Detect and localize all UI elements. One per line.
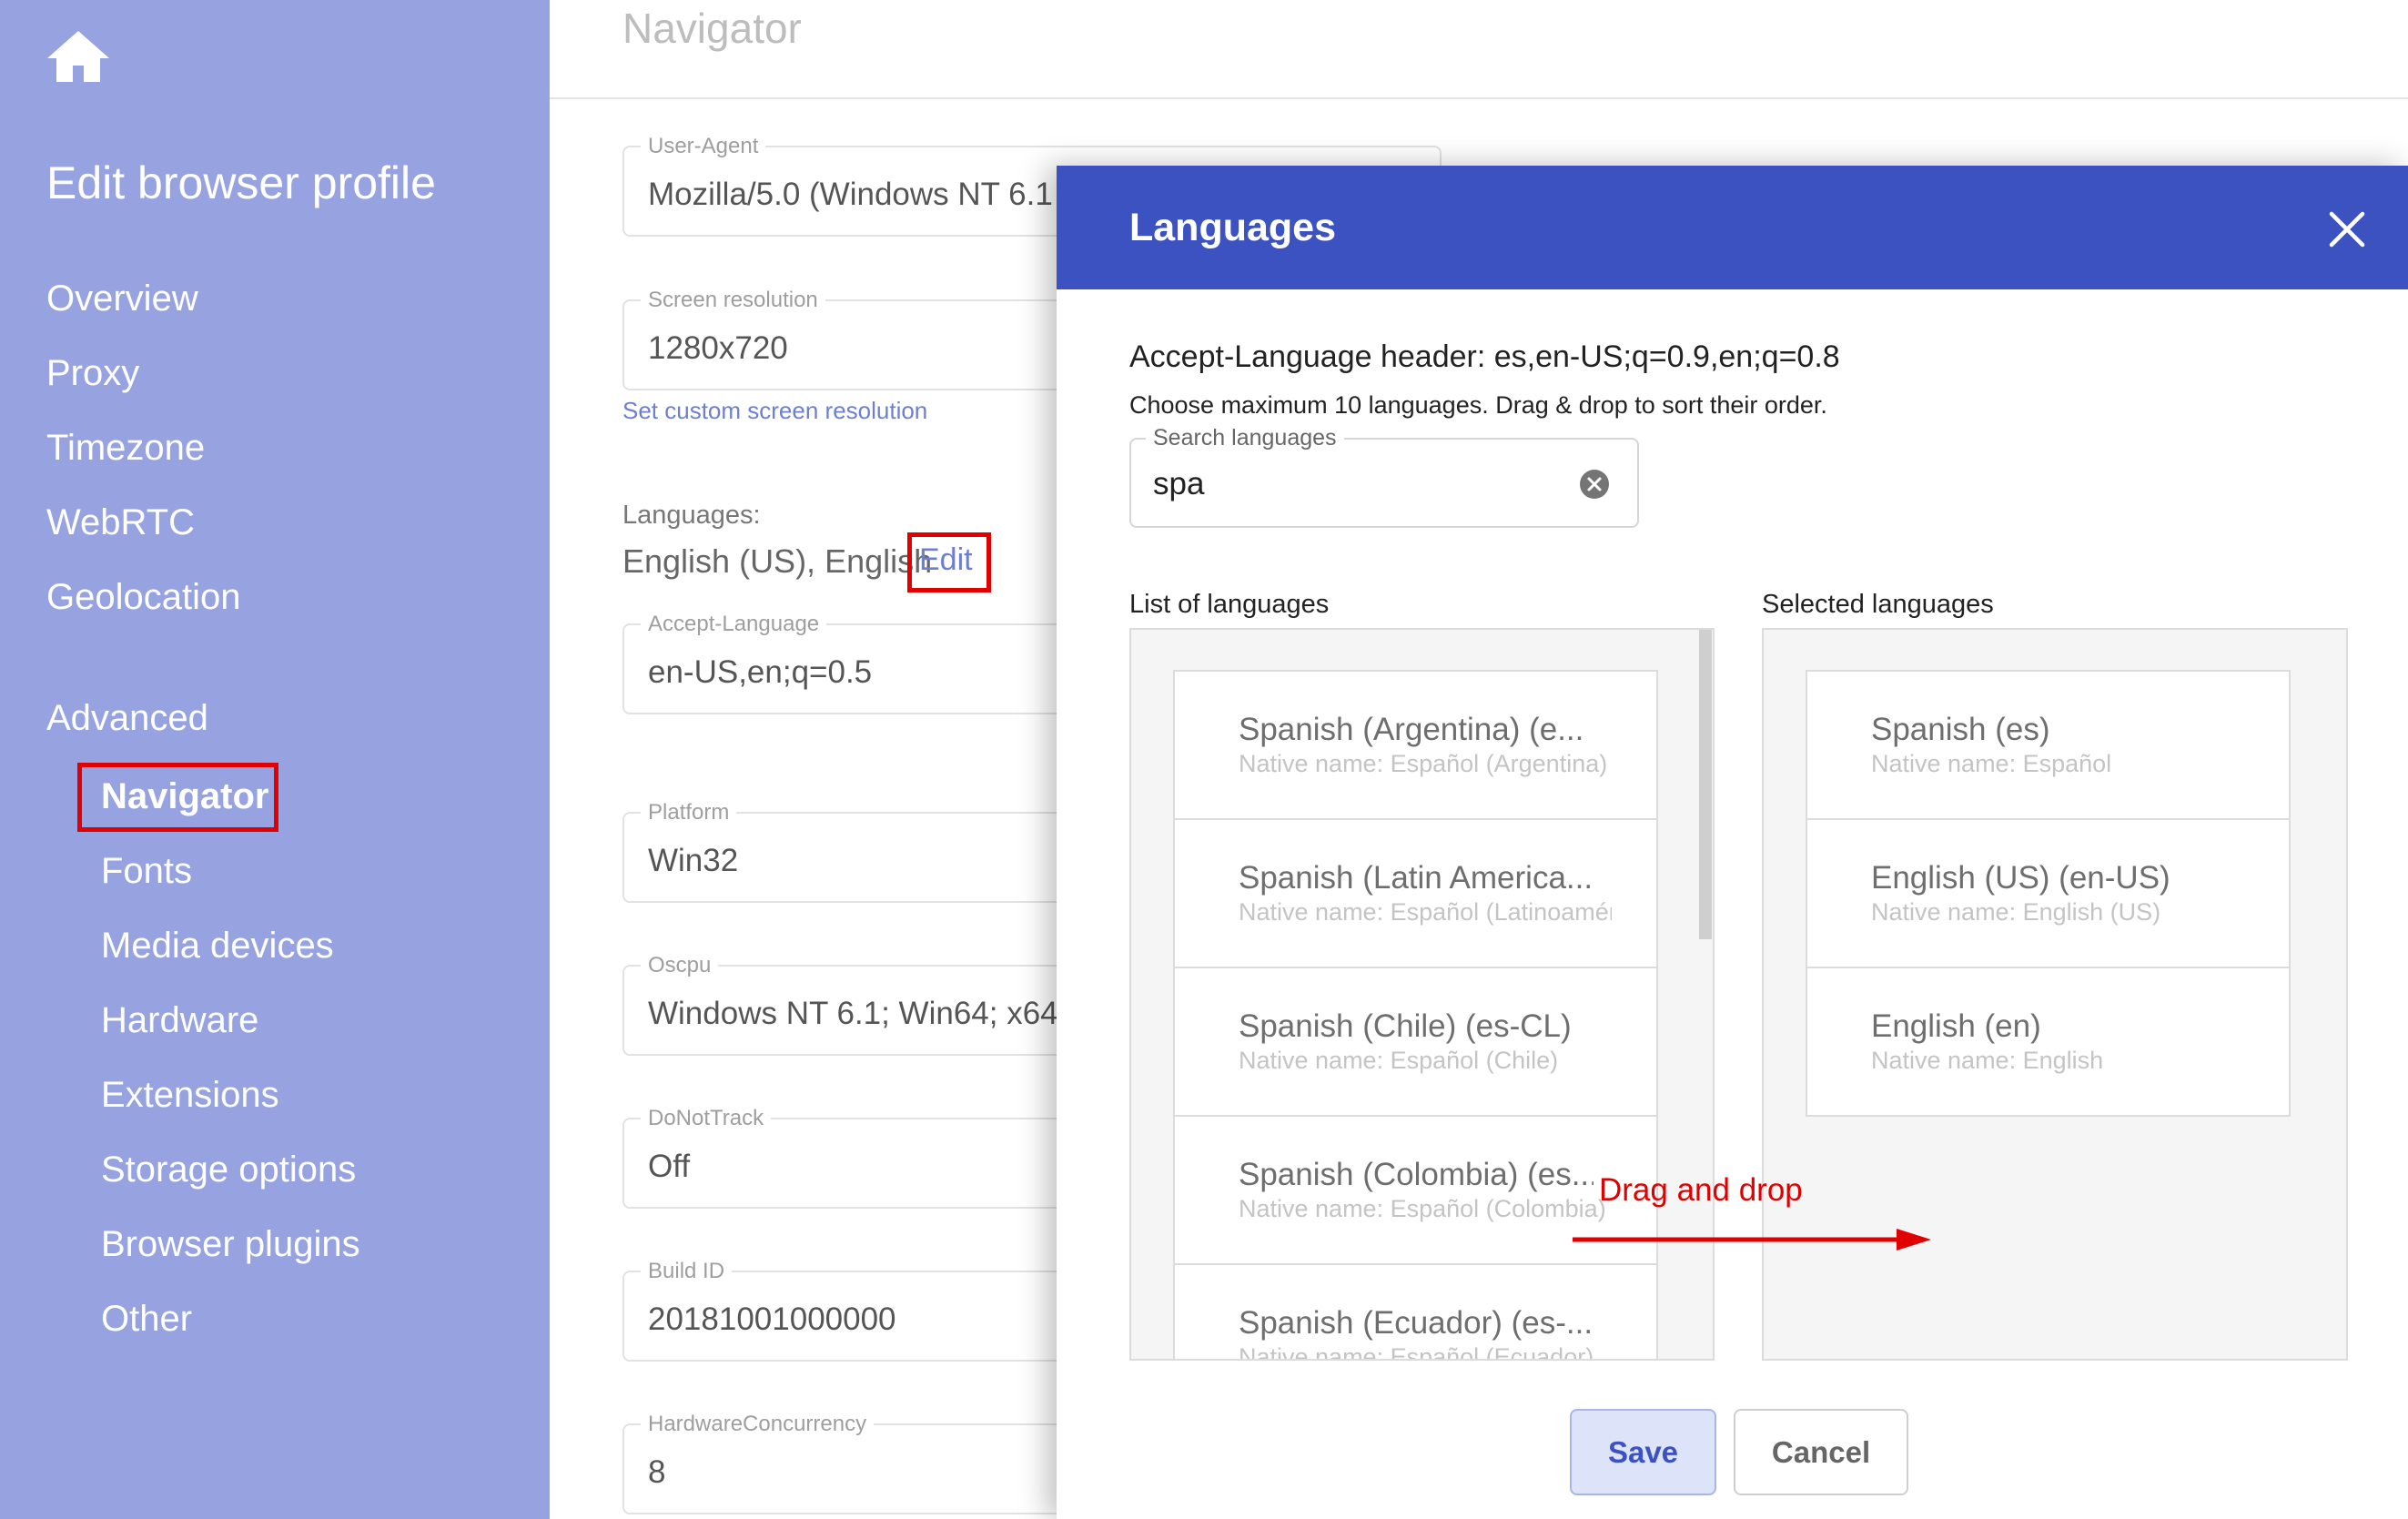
accept-language-header-text: Accept-Language header: es,en-US;q=0.9,e… <box>1129 339 1840 374</box>
home-icon[interactable] <box>46 29 111 84</box>
language-native-name: Native name: Español (Argentina) <box>1239 750 1608 777</box>
languages-value: English (US), English <box>622 542 933 580</box>
hardware-concurrency-value: 8 <box>648 1454 666 1490</box>
selected-language-item[interactable]: English (US) (en-US) Native name: Englis… <box>1806 818 2291 968</box>
screen-resolution-value: 1280x720 <box>648 330 788 366</box>
sidebar-item-fonts[interactable]: Fonts <box>101 851 192 892</box>
platform-label: Platform <box>641 800 737 825</box>
available-language-item[interactable]: Spanish (Latin America... Native name: E… <box>1173 818 1658 968</box>
list-of-languages-heading: List of languages <box>1129 590 1330 619</box>
language-name: Spanish (Ecuador) (es-... <box>1239 1305 1594 1341</box>
oscpu-label: Oscpu <box>641 953 719 978</box>
accept-language-label: Accept-Language <box>641 612 827 637</box>
selected-language-item[interactable]: Spanish (es) Native name: Español <box>1806 670 2291 820</box>
user-agent-label: User-Agent <box>641 134 766 159</box>
available-language-item[interactable]: Spanish (Argentina) (e... Native name: E… <box>1173 670 1658 820</box>
language-name: Spanish (Colombia) (es... <box>1239 1157 1594 1192</box>
oscpu-value: Windows NT 6.1; Win64; x64 <box>648 996 1058 1031</box>
available-language-item[interactable]: Spanish (Ecuador) (es-... Native name: E… <box>1173 1263 1658 1361</box>
build-id-value: 20181001000000 <box>648 1301 896 1337</box>
language-native-name: Native name: Español (Chile) <box>1239 1047 1559 1074</box>
accept-language-value: en-US,en;q=0.5 <box>648 654 873 690</box>
language-native-name: Native name: Español (Latinoamérica) <box>1239 898 1612 926</box>
arrow-right-icon <box>1573 1229 1931 1251</box>
sidebar-item-browser-plugins[interactable]: Browser plugins <box>101 1224 360 1265</box>
do-not-track-value: Off <box>648 1149 691 1184</box>
screen-resolution-label: Screen resolution <box>641 288 825 313</box>
list-scrollbar[interactable] <box>1699 630 1712 939</box>
languages-modal: Languages Accept-Language header: es,en-… <box>1057 166 2408 1519</box>
sidebar-item-proxy[interactable]: Proxy <box>46 353 139 394</box>
language-native-name: Native name: Español <box>1871 750 2112 777</box>
set-custom-resolution-link[interactable]: Set custom screen resolution <box>622 397 927 425</box>
language-native-name: Native name: English (US) <box>1871 898 2161 926</box>
language-native-name: Native name: Español (Colombia) <box>1239 1195 1606 1222</box>
languages-edit-link[interactable]: Edit <box>919 542 973 578</box>
sidebar-item-geolocation[interactable]: Geolocation <box>46 577 240 618</box>
sidebar-item-extensions[interactable]: Extensions <box>101 1075 279 1116</box>
language-name: Spanish (Chile) (es-CL) <box>1239 1008 1572 1044</box>
language-native-name: Native name: Español (Ecuador) <box>1239 1343 1594 1361</box>
sidebar-item-webrtc[interactable]: WebRTC <box>46 502 195 543</box>
search-languages-label: Search languages <box>1146 425 1344 451</box>
sidebar-item-hardware[interactable]: Hardware <box>101 1000 258 1041</box>
sidebar-item-advanced[interactable]: Advanced <box>46 698 208 739</box>
language-name: English (US) (en-US) <box>1871 860 2170 896</box>
language-name: English (en) <box>1871 1008 2041 1044</box>
build-id-label: Build ID <box>641 1259 733 1284</box>
selected-languages-heading: Selected languages <box>1762 590 1994 619</box>
available-language-item[interactable]: Spanish (Chile) (es-CL) Native name: Esp… <box>1173 967 1658 1117</box>
language-native-name: Native name: English <box>1871 1047 2104 1074</box>
save-button[interactable]: Save <box>1570 1409 1716 1495</box>
sidebar: Edit browser profile Overview Proxy Time… <box>0 0 550 1519</box>
do-not-track-label: DoNotTrack <box>641 1106 772 1131</box>
language-name: Spanish (Argentina) (e... <box>1239 712 1584 747</box>
user-agent-value: Mozilla/5.0 (Windows NT 6.1 <box>648 177 1053 212</box>
sidebar-item-navigator[interactable]: Navigator <box>101 776 269 817</box>
sidebar-item-storage-options[interactable]: Storage options <box>101 1149 356 1190</box>
clear-icon[interactable] <box>1579 469 1610 500</box>
languages-label: Languages: <box>622 501 761 530</box>
cancel-button[interactable]: Cancel <box>1734 1409 1908 1495</box>
page-title: Navigator <box>622 5 802 52</box>
sidebar-item-overview[interactable]: Overview <box>46 278 198 319</box>
sidebar-item-timezone[interactable]: Timezone <box>46 428 205 469</box>
search-input[interactable] <box>1153 461 1553 507</box>
platform-value: Win32 <box>648 843 739 878</box>
sidebar-item-media-devices[interactable]: Media devices <box>101 926 334 967</box>
hardware-concurrency-label: HardwareConcurrency <box>641 1412 875 1437</box>
instructions-text: Choose maximum 10 languages. Drag & drop… <box>1129 391 1827 419</box>
language-name: Spanish (es) <box>1871 712 2050 747</box>
header-divider <box>550 97 2408 99</box>
search-languages-field[interactable]: Search languages <box>1129 425 1639 528</box>
sidebar-title: Edit browser profile <box>46 157 436 208</box>
modal-header: Languages <box>1057 166 2408 289</box>
close-icon[interactable] <box>2326 208 2368 250</box>
drag-and-drop-annotation: Drag and drop <box>1599 1172 1803 1208</box>
sidebar-item-other[interactable]: Other <box>101 1299 192 1340</box>
selected-language-item[interactable]: English (en) Native name: English <box>1806 967 2291 1117</box>
modal-title: Languages <box>1129 206 1336 249</box>
language-name: Spanish (Latin America... <box>1239 860 1594 896</box>
